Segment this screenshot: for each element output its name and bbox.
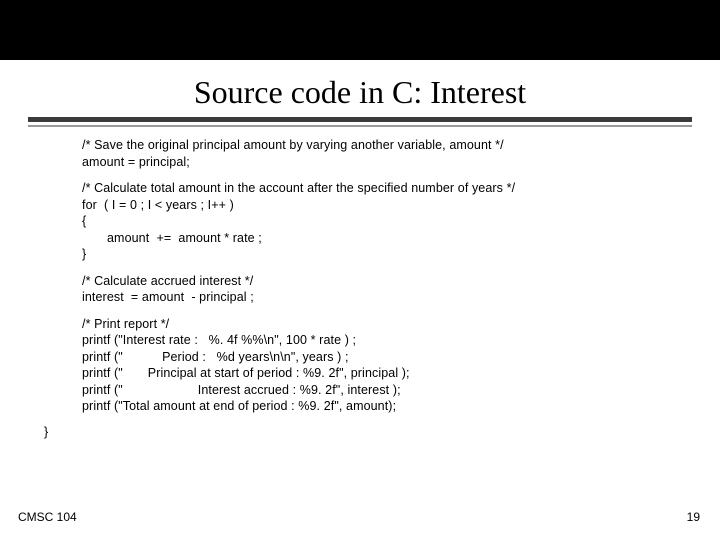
top-black-bar	[0, 0, 720, 60]
title-rule	[28, 117, 692, 127]
closing-brace: }	[44, 425, 720, 439]
slide-title: Source code in C: Interest	[0, 74, 720, 111]
footer-course: CMSC 104	[18, 510, 77, 524]
code-block-2: /* Calculate total amount in the account…	[82, 180, 720, 263]
footer-page-number: 19	[687, 510, 700, 524]
code-block-1: /* Save the original principal amount by…	[82, 137, 720, 170]
code-area: /* Save the original principal amount by…	[82, 137, 720, 415]
code-block-3: /* Calculate accrued interest */ interes…	[82, 273, 720, 306]
code-block-4: /* Print report */ printf ("Interest rat…	[82, 316, 720, 415]
